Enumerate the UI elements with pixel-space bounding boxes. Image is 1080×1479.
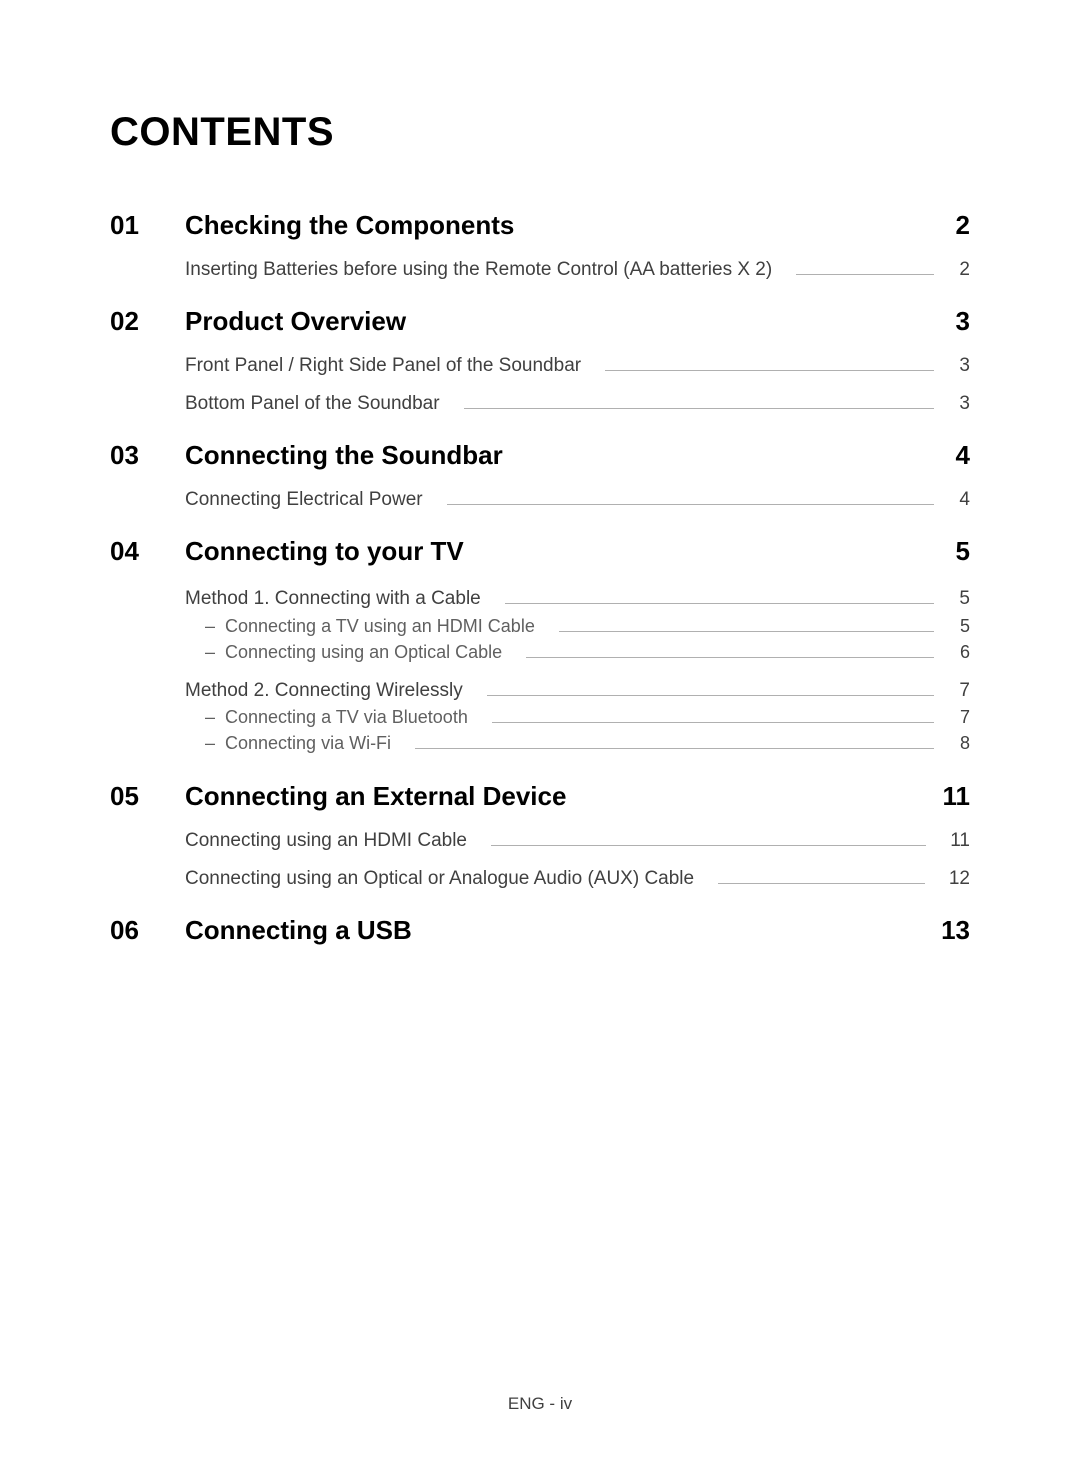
toc-group: Method 2. Connecting Wirelessly 7 – Conn… bbox=[110, 677, 970, 757]
dash-icon: – bbox=[205, 730, 225, 756]
section-page: 5 bbox=[930, 536, 970, 567]
toc-leader bbox=[718, 883, 925, 884]
toc-leader bbox=[526, 657, 934, 658]
toc-leader bbox=[796, 274, 934, 275]
toc-item-page: 12 bbox=[937, 868, 970, 890]
section-title: Connecting an External Device bbox=[185, 781, 930, 812]
toc-item-page: 5 bbox=[946, 613, 970, 639]
toc-item-label: Connecting Electrical Power bbox=[185, 489, 435, 511]
toc-item-page: 11 bbox=[938, 830, 970, 852]
toc-item-label: Front Panel / Right Side Panel of the So… bbox=[185, 355, 593, 377]
toc-item-page: 8 bbox=[946, 730, 970, 756]
section-title: Connecting the Soundbar bbox=[185, 440, 930, 471]
toc-item: Inserting Batteries before using the Rem… bbox=[185, 259, 970, 281]
section-title: Connecting to your TV bbox=[185, 536, 930, 567]
toc-item-label: Inserting Batteries before using the Rem… bbox=[185, 259, 784, 281]
toc-item-page: 7 bbox=[946, 704, 970, 730]
toc-section-header: 02 Product Overview 3 bbox=[110, 306, 970, 337]
toc-item: Connecting Electrical Power 4 bbox=[185, 489, 970, 511]
toc-item-label: Bottom Panel of the Soundbar bbox=[185, 393, 452, 415]
toc-group: Method 1. Connecting with a Cable 5 – Co… bbox=[110, 585, 970, 665]
section-number: 02 bbox=[110, 306, 185, 337]
toc-item-page: 7 bbox=[946, 677, 970, 705]
toc-item-page: 2 bbox=[946, 259, 970, 281]
section-number: 04 bbox=[110, 536, 185, 567]
toc-section-header: 03 Connecting the Soundbar 4 bbox=[110, 440, 970, 471]
page-footer: ENG - iv bbox=[0, 1394, 1080, 1414]
toc-item-label: Connecting a TV via Bluetooth bbox=[225, 704, 480, 730]
toc-leader bbox=[492, 722, 934, 723]
toc-section-header: 06 Connecting a USB 13 bbox=[110, 915, 970, 946]
toc-item-label: Connecting using an Optical Cable bbox=[225, 639, 514, 665]
toc-leader bbox=[464, 408, 934, 409]
toc-item: Front Panel / Right Side Panel of the So… bbox=[185, 355, 970, 377]
toc-leader bbox=[559, 631, 934, 632]
toc-item: Bottom Panel of the Soundbar 3 bbox=[185, 393, 970, 415]
toc-subitem: – Connecting using an Optical Cable 6 bbox=[205, 639, 970, 665]
section-page: 11 bbox=[930, 781, 970, 812]
toc-item: Method 2. Connecting Wirelessly 7 bbox=[185, 677, 970, 705]
section-page: 13 bbox=[930, 915, 970, 946]
toc-item-label: Connecting via Wi-Fi bbox=[225, 730, 403, 756]
dash-icon: – bbox=[205, 613, 225, 639]
toc-item-page: 3 bbox=[946, 393, 970, 415]
dash-icon: – bbox=[205, 639, 225, 665]
toc-item-label: Connecting a TV using an HDMI Cable bbox=[225, 613, 547, 639]
section-number: 06 bbox=[110, 915, 185, 946]
section-page: 2 bbox=[930, 210, 970, 241]
section-page: 3 bbox=[930, 306, 970, 337]
toc-leader bbox=[505, 603, 934, 604]
toc-item-page: 6 bbox=[946, 639, 970, 665]
toc-section-header: 05 Connecting an External Device 11 bbox=[110, 781, 970, 812]
toc-item: Method 1. Connecting with a Cable 5 bbox=[185, 585, 970, 613]
section-number: 03 bbox=[110, 440, 185, 471]
toc-leader bbox=[447, 504, 934, 505]
toc-item: Connecting using an HDMI Cable 11 bbox=[185, 830, 970, 852]
section-title: Connecting a USB bbox=[185, 915, 930, 946]
toc-section-header: 04 Connecting to your TV 5 bbox=[110, 536, 970, 567]
toc-item-label: Connecting using an HDMI Cable bbox=[185, 830, 479, 852]
toc-leader bbox=[491, 845, 926, 846]
toc-subitem: – Connecting a TV via Bluetooth 7 bbox=[205, 704, 970, 730]
section-page: 4 bbox=[930, 440, 970, 471]
toc-item: Connecting using an Optical or Analogue … bbox=[185, 868, 970, 890]
section-title: Product Overview bbox=[185, 306, 930, 337]
dash-icon: – bbox=[205, 704, 225, 730]
toc-item-label: Connecting using an Optical or Analogue … bbox=[185, 868, 706, 890]
toc-section-header: 01 Checking the Components 2 bbox=[110, 210, 970, 241]
section-number: 01 bbox=[110, 210, 185, 241]
toc-item-page: 4 bbox=[946, 489, 970, 511]
toc-leader bbox=[487, 695, 934, 696]
section-title: Checking the Components bbox=[185, 210, 930, 241]
section-number: 05 bbox=[110, 781, 185, 812]
toc-subitem: – Connecting via Wi-Fi 8 bbox=[205, 730, 970, 756]
toc-item-page: 5 bbox=[946, 585, 970, 613]
toc-item-page: 3 bbox=[946, 355, 970, 377]
toc-item-label: Method 1. Connecting with a Cable bbox=[185, 585, 493, 613]
toc-leader bbox=[415, 748, 934, 749]
page-title: CONTENTS bbox=[110, 110, 970, 155]
toc-leader bbox=[605, 370, 934, 371]
toc-subitem: – Connecting a TV using an HDMI Cable 5 bbox=[205, 613, 970, 639]
toc-item-label: Method 2. Connecting Wirelessly bbox=[185, 677, 475, 705]
